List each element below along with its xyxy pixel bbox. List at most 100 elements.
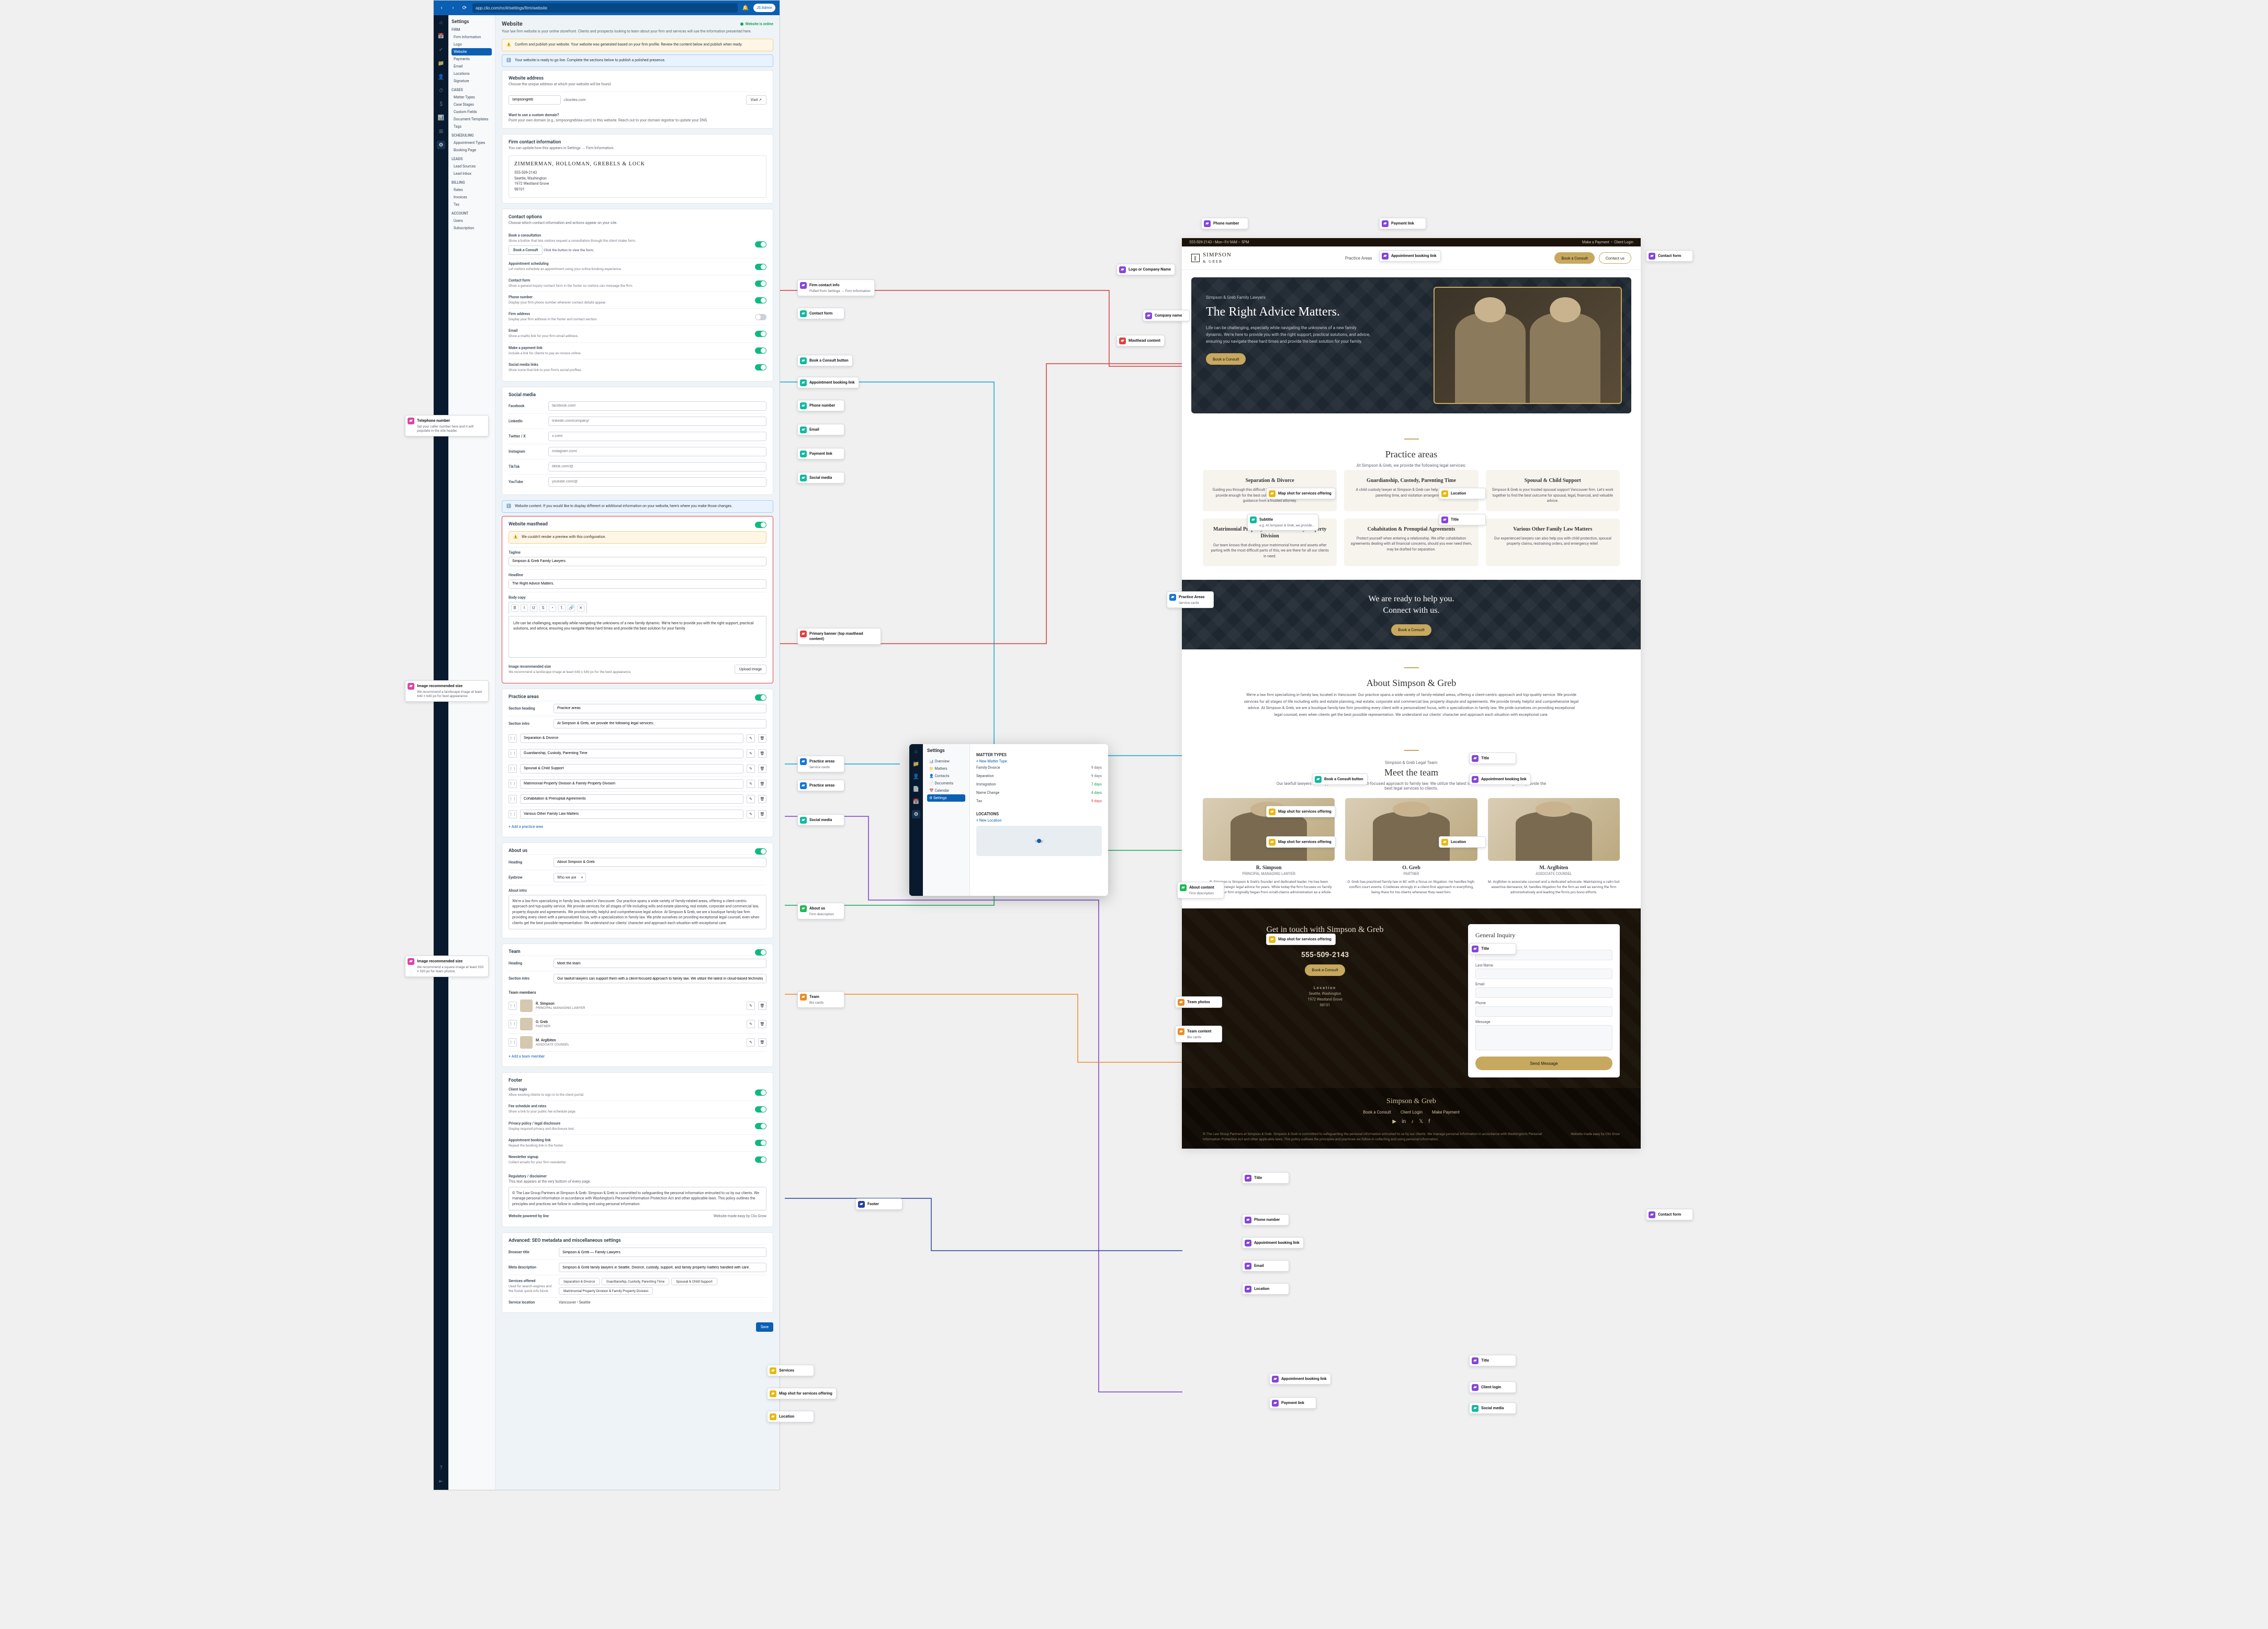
contact-toggle-0[interactable] <box>755 241 766 248</box>
practice-toggle[interactable] <box>755 694 766 701</box>
practice-name-input[interactable] <box>520 749 743 758</box>
sf-link[interactable]: Make Payment <box>1432 1110 1460 1115</box>
forward-icon[interactable]: › <box>449 4 457 12</box>
pop-nav-docs-icon[interactable]: 📄 <box>912 785 920 793</box>
drag-handle-icon[interactable]: ⋮⋮ <box>509 749 517 758</box>
nav-apps-icon[interactable]: ⊞ <box>437 127 445 136</box>
rte-underline[interactable]: U <box>530 604 537 612</box>
social-input[interactable] <box>548 462 766 471</box>
pop-nav-home-icon[interactable]: ⌂ <box>912 747 920 756</box>
delete-button[interactable]: 🗑 <box>758 734 766 743</box>
nav-tasks-icon[interactable]: ✓ <box>437 46 445 54</box>
contact-toggle-5[interactable] <box>755 331 766 337</box>
site-brand[interactable]: ∥ SIMPSON& GREB <box>1191 252 1232 264</box>
delete-button[interactable]: 🗑 <box>758 795 766 803</box>
upload-image-button[interactable]: Upload image <box>735 665 766 674</box>
social-input[interactable] <box>548 417 766 426</box>
social-input[interactable] <box>548 432 766 441</box>
tiktok-icon[interactable]: ♪ <box>1411 1119 1414 1125</box>
subnav-item[interactable]: Booking Page <box>452 147 492 154</box>
nav-home-icon[interactable]: ⌂ <box>437 18 445 27</box>
nav-contacts-icon[interactable]: 👤 <box>437 73 445 81</box>
edit-button[interactable]: ✎ <box>747 1002 755 1010</box>
delete-button[interactable]: 🗑 <box>758 1020 766 1028</box>
seo-desc-input[interactable] <box>559 1263 766 1272</box>
subnav-item[interactable]: Locations <box>452 70 492 77</box>
nav-reports-icon[interactable]: 📊 <box>437 114 445 122</box>
subnav-item[interactable]: Lead Sources <box>452 163 492 170</box>
pop-nav-matters-icon[interactable]: 📁 <box>912 760 920 768</box>
pop-matter-item[interactable]: Tax9 days <box>976 797 1102 805</box>
edit-button[interactable]: ✎ <box>747 780 755 788</box>
service-chip[interactable]: Matrimonial Property Division & Family P… <box>559 1287 653 1295</box>
rte-clear[interactable]: ⨯ <box>577 604 584 612</box>
pop-add-matter-type[interactable]: + New Matter Type <box>976 759 1007 763</box>
service-chip[interactable]: Separation & Divorce <box>559 1278 600 1285</box>
nav-calendar-icon[interactable]: 📅 <box>437 32 445 40</box>
rte-strike[interactable]: S <box>539 604 547 612</box>
body-editor[interactable]: Life can be challenging, especially whil… <box>509 616 766 658</box>
practice-name-input[interactable] <box>520 810 743 819</box>
nav-settings-icon[interactable]: ⚙ <box>437 141 445 149</box>
delete-button[interactable]: 🗑 <box>758 765 766 773</box>
drag-handle-icon[interactable]: ⋮⋮ <box>509 1038 517 1047</box>
subnav-item[interactable]: Appointment Types <box>452 139 492 147</box>
edit-button[interactable]: ✎ <box>747 810 755 818</box>
practice-name-input[interactable] <box>520 779 743 789</box>
practice-intro-input[interactable] <box>554 719 766 728</box>
eyebrow-input[interactable] <box>509 557 766 566</box>
practice-heading-input[interactable] <box>554 704 766 713</box>
subnav-item[interactable]: Website <box>452 48 492 55</box>
practice-name-input[interactable] <box>520 734 743 743</box>
inquiry-input[interactable] <box>1475 1025 1612 1050</box>
edit-button[interactable]: ✎ <box>747 795 755 803</box>
inquiry-input[interactable] <box>1475 987 1612 998</box>
edit-button[interactable]: ✎ <box>747 734 755 743</box>
add-team-member-link[interactable]: + Add a team member <box>509 1054 545 1059</box>
send-message-button[interactable]: Send Message <box>1475 1057 1612 1070</box>
seo-title-input[interactable] <box>559 1248 766 1257</box>
masthead-toggle[interactable] <box>755 522 766 528</box>
pop-sub-calendar[interactable]: 📅 Calendar <box>927 787 965 794</box>
pop-sub-overview[interactable]: 📊 Overview <box>927 758 965 765</box>
save-button[interactable]: Save <box>756 1322 773 1332</box>
edit-button[interactable]: ✎ <box>747 765 755 773</box>
edit-button[interactable]: ✎ <box>747 1020 755 1028</box>
edit-button[interactable]: ✎ <box>747 749 755 758</box>
subnav-item[interactable]: Payments <box>452 55 492 63</box>
delete-button[interactable]: 🗑 <box>758 810 766 818</box>
subnav-item[interactable]: Document Templates <box>452 116 492 123</box>
drag-handle-icon[interactable]: ⋮⋮ <box>509 1020 517 1028</box>
subnav-item[interactable]: Tax <box>452 201 492 208</box>
service-chip[interactable]: Guardianship, Custody, Parenting Time <box>602 1278 669 1285</box>
rte-bold[interactable]: B <box>511 604 518 612</box>
about-eyebrow-select[interactable]: Who we are <box>554 873 586 882</box>
pop-sub-settings[interactable]: ⚙ Settings <box>927 794 965 802</box>
nav-help-icon[interactable]: ? <box>437 1464 445 1472</box>
topbar-payment-link[interactable]: Make a Payment <box>1582 240 1609 244</box>
pop-sub-docs[interactable]: 📄 Documents <box>927 780 965 787</box>
header-contact-button[interactable]: Contact us <box>1599 252 1631 264</box>
drag-handle-icon[interactable]: ⋮⋮ <box>509 780 517 788</box>
subnav-item[interactable]: Email <box>452 63 492 70</box>
notifications-icon[interactable]: 🔔 <box>742 4 749 12</box>
regulatory-editor[interactable]: © The Law Group Partners at Simpson & Gr… <box>509 1187 766 1211</box>
footer-toggle-3[interactable] <box>755 1140 766 1146</box>
facebook-icon[interactable]: f <box>1428 1119 1430 1125</box>
practice-name-input[interactable] <box>520 764 743 773</box>
subnav-item[interactable]: Custom Fields <box>452 108 492 116</box>
nav-collapse-icon[interactable]: ⇤ <box>437 1477 445 1486</box>
header-book-consult-button[interactable]: Book a Consult <box>1554 252 1594 264</box>
footer-toggle-2[interactable] <box>755 1123 766 1129</box>
nav-billing-icon[interactable]: $ <box>437 100 445 108</box>
pop-matter-item[interactable]: Family Divorce9 days <box>976 763 1102 772</box>
pop-matter-item[interactable]: Immigration7 days <box>976 780 1102 789</box>
team-heading-input[interactable] <box>554 959 766 968</box>
rte-ul[interactable]: • <box>549 604 556 612</box>
contact-toggle-2[interactable] <box>755 280 766 287</box>
delete-button[interactable]: 🗑 <box>758 1038 766 1047</box>
cta-book-consult-button[interactable]: Book a Consult <box>1391 624 1431 636</box>
social-input[interactable] <box>548 477 766 487</box>
subnav-item[interactable]: Users <box>452 217 492 224</box>
contact-toggle-1[interactable] <box>755 264 766 270</box>
